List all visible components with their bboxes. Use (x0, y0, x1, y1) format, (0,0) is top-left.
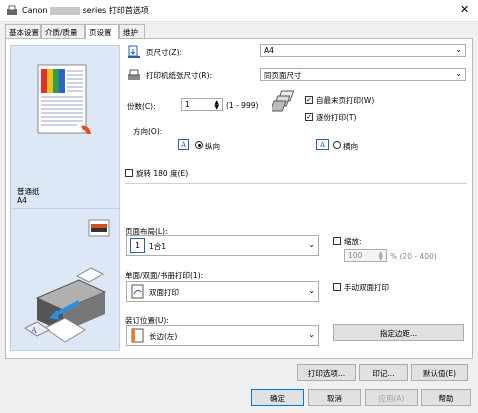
defaults-button[interactable]: 默认值(E) (411, 364, 468, 381)
chevron-down-icon: ⌄ (308, 330, 315, 339)
page-size-select[interactable]: A4 ⌄ (260, 44, 466, 57)
manual-duplex-label: 手动双面打印 (344, 283, 389, 292)
landscape-label: 横向 (343, 142, 358, 151)
scaling-checkbox[interactable] (333, 237, 341, 245)
tab-page-setup[interactable]: 页设置 (85, 24, 119, 39)
copies-stepper[interactable]: 1 ▲ ▼ (181, 98, 223, 111)
ok-button[interactable]: 确定 (251, 389, 304, 406)
apply-button[interactable]: 应用(A) (365, 389, 418, 406)
preview-divider (11, 208, 119, 209)
portrait-page-icon: A (178, 139, 189, 150)
collate-label: 逐份打印(T) (316, 113, 357, 122)
collate-checkbox[interactable]: ✓ (305, 113, 313, 121)
cassette-icon (88, 219, 110, 237)
window-title: Canon series 打印首选项 (22, 6, 149, 15)
rotate-180-checkbox[interactable] (125, 169, 133, 177)
spin-arrows-icon[interactable]: ▲ ▼ (214, 100, 219, 111)
help-button[interactable]: 帮助 (421, 389, 471, 406)
orientation-label: 方向(O): (133, 127, 163, 136)
print-options-button[interactable]: 打印选项... (297, 364, 356, 381)
scaling-label: 缩放: (344, 237, 362, 246)
tab-basic-settings[interactable]: 基本设置 (5, 24, 41, 38)
chevron-down-icon: ⌄ (308, 240, 315, 249)
printer-paper-size-label: 打印机纸张尺寸(R): (146, 71, 213, 80)
page-preview-icon (37, 64, 91, 134)
printer-illustration-icon: A (24, 267, 107, 343)
printer-paper-size-select[interactable]: 同页面尺寸 ⌄ (260, 68, 466, 81)
specify-margin-button[interactable]: 指定边距... (333, 324, 464, 341)
manual-duplex-checkbox[interactable] (333, 283, 341, 291)
portrait-radio[interactable] (195, 141, 203, 149)
print-from-last-page-label: 自最末页打印(W) (316, 96, 375, 105)
printer-paper-size-icon (128, 69, 140, 80)
portrait-label: 纵向 (205, 142, 220, 151)
svg-text:A: A (30, 326, 37, 335)
copies-label: 份数(C): (127, 102, 156, 111)
redacted-model-name (50, 6, 81, 15)
collate-pages-icon (272, 90, 295, 112)
page-size-label: 页尺寸(Z): (146, 48, 183, 57)
chevron-down-icon: ⌄ (308, 286, 315, 295)
copies-range: (1 - 999) (226, 101, 259, 110)
paper-size-text: A4 (17, 196, 27, 205)
printer-app-icon (7, 5, 17, 15)
landscape-page-icon: A (316, 139, 329, 150)
scaling-stepper[interactable]: 100 ▲ ▼ (344, 249, 387, 262)
duplex-label: 单面/双面/书册打印(1): (125, 271, 204, 280)
staple-side-select[interactable]: 长边(左) ⌄ (126, 325, 319, 346)
tab-media-quality[interactable]: 介质/质量 (41, 24, 85, 38)
scaling-range: % (20 - 400) (390, 252, 437, 261)
rotate-180-label: 旋转 180 度(E) (136, 169, 189, 178)
staple-left-icon (131, 328, 144, 343)
cancel-button[interactable]: 取消 (308, 389, 361, 406)
spin-arrows-icon[interactable]: ▲ ▼ (378, 251, 383, 262)
close-button[interactable]: ✕ (460, 3, 469, 16)
page-layout-select[interactable]: 1 1合1 ⌄ (126, 235, 319, 256)
preview-pane: 普通纸 A4 A (10, 45, 120, 351)
duplex-print-icon (131, 284, 144, 299)
print-from-last-page-checkbox[interactable]: ✓ (305, 96, 313, 104)
stamp-button[interactable]: 印记... (359, 364, 408, 381)
section-divider (125, 183, 467, 184)
one-page-layout-icon: 1 (130, 238, 145, 253)
chevron-down-icon: ⌄ (455, 69, 462, 78)
title-bar: Canon series 打印首选项 ✕ (0, 0, 478, 22)
landscape-radio[interactable] (333, 141, 341, 149)
tab-maintenance[interactable]: 维护 (119, 24, 145, 38)
page-size-icon (128, 45, 140, 58)
chevron-down-icon: ⌄ (455, 45, 462, 54)
duplex-select[interactable]: 双面打印 ⌄ (126, 281, 319, 302)
